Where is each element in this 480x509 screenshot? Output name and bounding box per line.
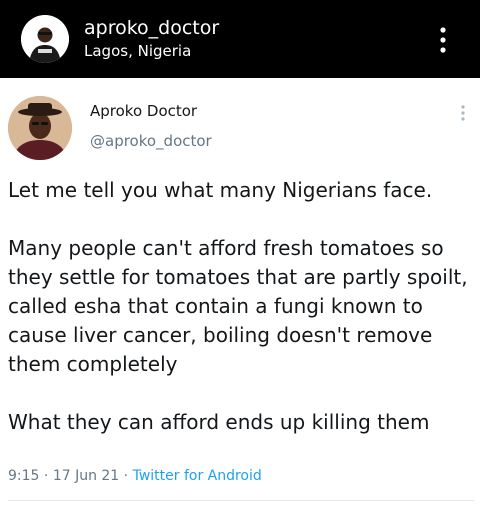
instagram-post-header: aproko_doctor Lagos, Nigeria: [0, 0, 480, 78]
tweet-time[interactable]: 9:15: [8, 468, 39, 484]
tweet-date[interactable]: 17 Jun 21: [53, 468, 119, 484]
profile-photo-icon: [21, 15, 69, 63]
display-name[interactable]: Aproko Doctor: [90, 101, 197, 121]
username[interactable]: aproko_doctor: [84, 17, 219, 39]
tweet-text: Let me tell you what many Nigerians face…: [8, 176, 476, 437]
location[interactable]: Lagos, Nigeria: [84, 41, 191, 61]
meta-separator: ·: [119, 468, 133, 484]
profile-photo-icon: [8, 96, 72, 160]
tweet-paragraph: Many people can't afford fresh tomatoes …: [8, 236, 468, 376]
meta-separator: ·: [39, 468, 53, 484]
avatar[interactable]: [8, 96, 72, 160]
divider: [8, 500, 474, 501]
user-handle[interactable]: @aproko_doctor: [90, 131, 212, 151]
avatar[interactable]: [21, 15, 69, 63]
tweet-paragraph: Let me tell you what many Nigerians face…: [8, 178, 433, 202]
tweet-paragraph: What they can afford ends up killing the…: [8, 410, 430, 434]
tweet-meta: 9:15 · 17 Jun 21 · Twitter for Android: [8, 466, 262, 486]
tweet-source-link[interactable]: Twitter for Android: [133, 468, 262, 484]
vertical-ellipsis-icon[interactable]: [457, 104, 469, 122]
vertical-ellipsis-icon[interactable]: [433, 25, 453, 55]
